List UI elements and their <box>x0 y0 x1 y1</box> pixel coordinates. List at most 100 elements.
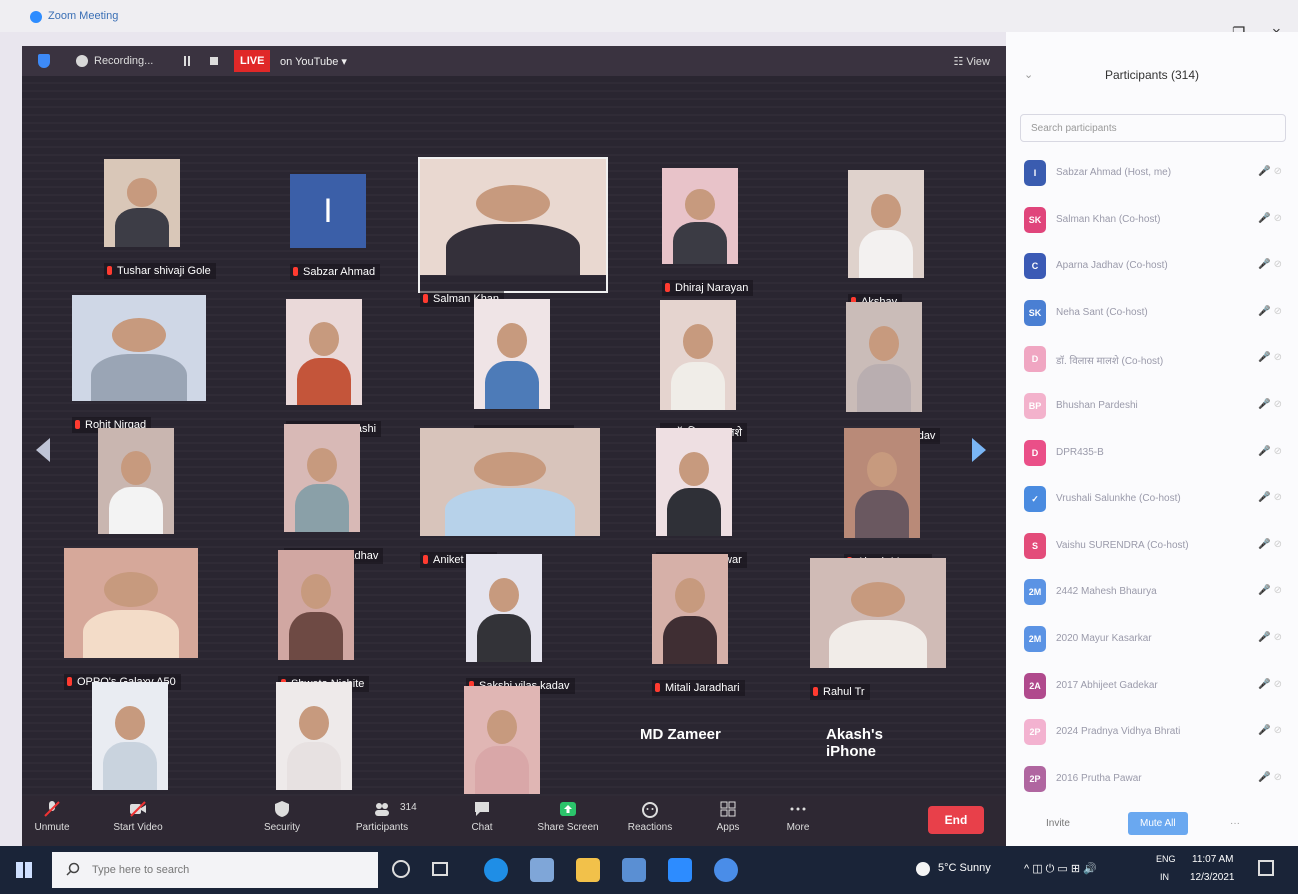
participant-face <box>868 326 900 362</box>
participant-video-tile[interactable]: Tushar shivaji Gole <box>104 159 216 279</box>
end-meeting-button[interactable]: End <box>928 806 984 834</box>
cortana-icon[interactable] <box>392 860 410 878</box>
participant-body <box>286 742 342 790</box>
participant-video-tile[interactable]: Akash Maurya <box>844 428 933 570</box>
region-indicator: IN <box>1160 872 1169 882</box>
participant-face <box>126 178 158 207</box>
participant-video-tile[interactable]: Anamika Jadhav <box>284 424 384 564</box>
chrome-icon[interactable] <box>714 858 738 882</box>
participant-status-icons: 🎤 ⊘ <box>1258 492 1282 504</box>
task-view-icon[interactable] <box>432 862 448 876</box>
participant-list-item[interactable]: 2A 2017 Abhijeet Gadekar 🎤 ⊘ <box>1020 667 1292 714</box>
tray-icons[interactable]: ^ ◫ ⏻ ▭ ⊞ 🔊 <box>1024 862 1097 876</box>
zoom-taskbar-icon[interactable] <box>668 858 692 882</box>
mic-muted-icon <box>44 801 60 817</box>
participant-list-item[interactable]: BP Bhushan Pardeshi 🎤 ⊘ <box>1020 387 1292 434</box>
reactions-button[interactable]: Reactions <box>610 800 690 833</box>
participant-display-name: Akash's iPhone <box>826 726 883 760</box>
video-gallery: Tushar shivaji Gole I Sabzar Ahmad Salman K… <box>22 76 1006 826</box>
participant-list-item[interactable]: 2M 2020 Mayur Kasarkar 🎤 ⊘ <box>1020 620 1292 667</box>
apps-button[interactable]: Apps <box>688 800 768 833</box>
security-label: Security <box>263 822 301 833</box>
participant-list-item[interactable]: SK Salman Khan (Co-host) 🎤 ⊘ <box>1020 201 1292 248</box>
participant-video-tile[interactable]: Mitali Jaradhari <box>652 554 745 696</box>
windows-start-icon[interactable] <box>16 862 32 878</box>
view-button[interactable]: ☷ View <box>953 55 990 68</box>
participant-video <box>662 168 738 264</box>
participant-video <box>846 302 922 412</box>
next-page-arrow-icon[interactable] <box>972 438 986 462</box>
avatar: ✓ <box>1024 486 1046 513</box>
taskbar-search-box[interactable]: Type here to search <box>52 852 378 888</box>
stream-target-dropdown[interactable]: on YouTube ▾ <box>280 55 347 68</box>
store-icon[interactable] <box>576 858 600 882</box>
participant-video-tile[interactable]: Suraj 2017 <box>92 682 168 822</box>
participant-list-name: 2020 Mayur Kasarkar <box>1056 632 1152 644</box>
pause-recording-button[interactable] <box>184 56 190 66</box>
security-shield-icon <box>275 801 289 817</box>
participant-list-item[interactable]: D DPR435-B 🎤 ⊘ <box>1020 434 1292 481</box>
share-screen-button[interactable]: Share Screen <box>528 800 608 833</box>
participant-video-tile[interactable]: Salman Khan <box>418 157 608 307</box>
participant-search-input[interactable]: Search participants <box>1020 114 1286 142</box>
notifications-icon[interactable] <box>1258 860 1274 876</box>
chat-button[interactable]: Chat <box>442 800 522 833</box>
participant-video-tile[interactable]: MD ZameerMD Zameer <box>606 686 746 826</box>
more-button[interactable]: More <box>758 800 838 833</box>
participant-video-tile[interactable]: OPPO's Galaxy A50 <box>64 548 198 690</box>
participant-video-tile[interactable]: Sakshi vilas kadav <box>466 554 575 694</box>
stop-recording-button[interactable] <box>210 57 218 65</box>
participant-list-item[interactable]: ✓ Vrushali Salunkhe (Co-host) 🎤 ⊘ <box>1020 480 1292 527</box>
encryption-shield-icon[interactable] <box>38 54 50 68</box>
participant-video-tile[interactable]: Pratik Chaudhari <box>474 299 574 441</box>
participant-list-item[interactable]: I Sabzar Ahmad (Host, me) 🎤 ⊘ <box>1020 154 1292 201</box>
participant-video-tile[interactable]: Sakshi Mokashi <box>286 299 382 437</box>
security-button[interactable]: Security <box>242 800 322 833</box>
participant-list-item[interactable]: C Aparna Jadhav (Co-host) 🎤 ⊘ <box>1020 247 1292 294</box>
mute-all-button[interactable]: Mute All <box>1128 812 1188 835</box>
previous-page-arrow-icon[interactable] <box>36 438 50 462</box>
live-badge[interactable]: LIVE <box>234 50 271 72</box>
participant-list-item[interactable]: SK Neha Sant (Co-host) 🎤 ⊘ <box>1020 294 1292 341</box>
participant-video-tile[interactable]: Ravindra yadav <box>846 302 941 444</box>
language-indicator[interactable]: ENG <box>1156 854 1176 864</box>
clock-time[interactable]: 11:07 AM <box>1192 854 1234 865</box>
participant-list-item[interactable]: D डॉ. विलास मालशे (Co-host) 🎤 ⊘ <box>1020 340 1292 387</box>
participant-video-tile[interactable]: I Sabzar Ahmad <box>290 174 381 280</box>
participant-video-tile[interactable]: Swapnil Pawar <box>656 428 747 568</box>
participants-panel-title: Participants (314) <box>1104 68 1200 82</box>
participant-status-icons: 🎤 ⊘ <box>1258 212 1282 224</box>
participant-list-item[interactable]: 2M 2442 Mahesh Bhaurya 🎤 ⊘ <box>1020 573 1292 620</box>
participant-name-label: Sabzar Ahmad <box>290 264 381 280</box>
more-options-icon[interactable]: ··· <box>1230 818 1240 829</box>
participant-video-tile[interactable]: Shweta Nichite <box>278 550 370 692</box>
participant-video-tile[interactable]: Rahul Tr <box>810 558 946 700</box>
participant-list-item[interactable]: S Vaishu SURENDRA (Co-host) 🎤 ⊘ <box>1020 527 1292 574</box>
participant-video-tile[interactable]: डॉ. विलास मालशे <box>660 300 747 442</box>
participant-body <box>446 223 580 275</box>
invite-button[interactable]: Invite <box>1046 818 1070 829</box>
participant-list-item[interactable]: 2P 2016 Prutha Pawar 🎤 ⊘ <box>1020 760 1292 807</box>
participant-list-name: Neha Sant (Co-host) <box>1056 306 1148 318</box>
weather-label[interactable]: 5°C Sunny <box>938 862 991 874</box>
participant-list-item[interactable]: 2P 2024 Pradnya Vidhya Bhrati 🎤 ⊘ <box>1020 713 1292 760</box>
participant-video-tile[interactable]: Aniket Sahu <box>420 428 600 568</box>
participant-video-tile[interactable]: Akash's iPhoneAkash's iPhone <box>792 686 932 826</box>
edge-browser-icon[interactable] <box>484 858 508 882</box>
participant-body <box>666 488 722 536</box>
participant-video-tile[interactable]: Dhiraj Narayan <box>662 168 754 296</box>
search-icon <box>66 862 80 876</box>
participant-video-tile[interactable]: Akshay <box>848 170 924 310</box>
avatar: I <box>1024 160 1046 186</box>
participant-body <box>670 361 726 410</box>
participant-video-tile[interactable]: Rutik irshe <box>464 686 540 826</box>
participant-status-icons: 🎤 ⊘ <box>1258 678 1282 690</box>
start-video-button[interactable]: Start Video <box>98 800 178 833</box>
unmute-button[interactable]: Unmute <box>12 800 92 833</box>
participant-video-tile[interactable]: Rohit Nirgad <box>72 295 206 433</box>
participant-video-tile[interactable]: Sachin Lakhambare <box>276 682 392 822</box>
file-explorer-icon[interactable] <box>530 858 554 882</box>
mail-icon[interactable] <box>622 858 646 882</box>
participant-video-tile[interactable]: Jai Sharma <box>98 428 174 566</box>
chat-icon <box>475 802 489 816</box>
